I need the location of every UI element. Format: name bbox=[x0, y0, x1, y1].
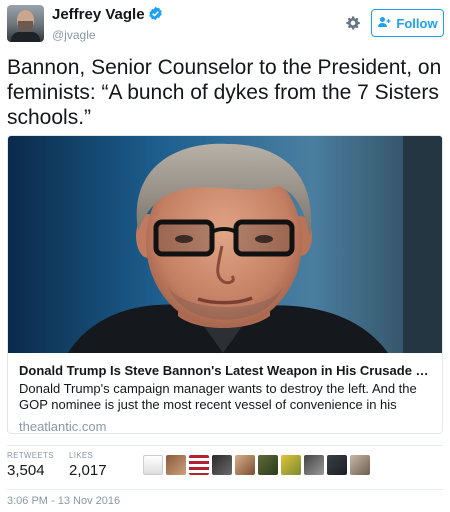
tweet-container: Jeffrey Vagle @jvagle Follow Bannon, Sen… bbox=[0, 0, 450, 512]
liker-avatar[interactable] bbox=[189, 455, 209, 475]
likes-label: LIKES bbox=[69, 451, 94, 460]
card-body[interactable]: Donald Trump Is Steve Bannon's Latest We… bbox=[8, 353, 442, 433]
gear-icon[interactable] bbox=[345, 15, 361, 31]
retweets-label: RETWEETS bbox=[7, 451, 54, 460]
tweet-timestamp[interactable]: 3:06 PM - 13 Nov 2016 bbox=[7, 495, 120, 507]
liker-avatar[interactable] bbox=[304, 455, 324, 475]
tweet-stats: RETWEETS 3,504 LIKES 2,017 bbox=[7, 451, 443, 485]
verified-badge-icon bbox=[148, 6, 163, 26]
user-avatar[interactable] bbox=[7, 5, 44, 42]
divider bbox=[7, 445, 443, 446]
card-domain[interactable]: theatlantic.com bbox=[19, 419, 431, 433]
divider bbox=[7, 489, 443, 490]
user-names[interactable]: Jeffrey Vagle @jvagle bbox=[52, 6, 163, 42]
tweet-text: Bannon, Senior Counselor to the Presiden… bbox=[7, 56, 442, 129]
liker-avatar[interactable] bbox=[143, 455, 163, 475]
card-image[interactable] bbox=[8, 136, 442, 353]
follow-label: Follow bbox=[396, 15, 438, 31]
link-card[interactable]: Donald Trump Is Steve Bannon's Latest We… bbox=[7, 135, 443, 434]
card-description: Donald Trump's campaign manager wants to… bbox=[19, 381, 417, 412]
user-handle[interactable]: @jvagle bbox=[52, 28, 163, 42]
liker-avatar[interactable] bbox=[327, 455, 347, 475]
likes-stat[interactable]: LIKES 2,017 bbox=[69, 451, 107, 479]
liker-avatar[interactable] bbox=[235, 455, 255, 475]
likers-avatars bbox=[143, 455, 370, 475]
retweets-stat[interactable]: RETWEETS 3,504 bbox=[7, 451, 54, 479]
liker-avatar[interactable] bbox=[166, 455, 186, 475]
likes-count: 2,017 bbox=[69, 462, 107, 479]
liker-avatar[interactable] bbox=[258, 455, 278, 475]
display-name[interactable]: Jeffrey Vagle bbox=[52, 6, 145, 23]
add-user-icon bbox=[377, 16, 391, 31]
liker-avatar[interactable] bbox=[281, 455, 301, 475]
card-title[interactable]: Donald Trump Is Steve Bannon's Latest We… bbox=[19, 362, 431, 379]
liker-avatar[interactable] bbox=[350, 455, 370, 475]
retweets-count: 3,504 bbox=[7, 462, 45, 479]
tweet-header: Jeffrey Vagle @jvagle Follow bbox=[7, 5, 444, 43]
follow-button[interactable]: Follow bbox=[371, 9, 444, 37]
liker-avatar[interactable] bbox=[212, 455, 232, 475]
